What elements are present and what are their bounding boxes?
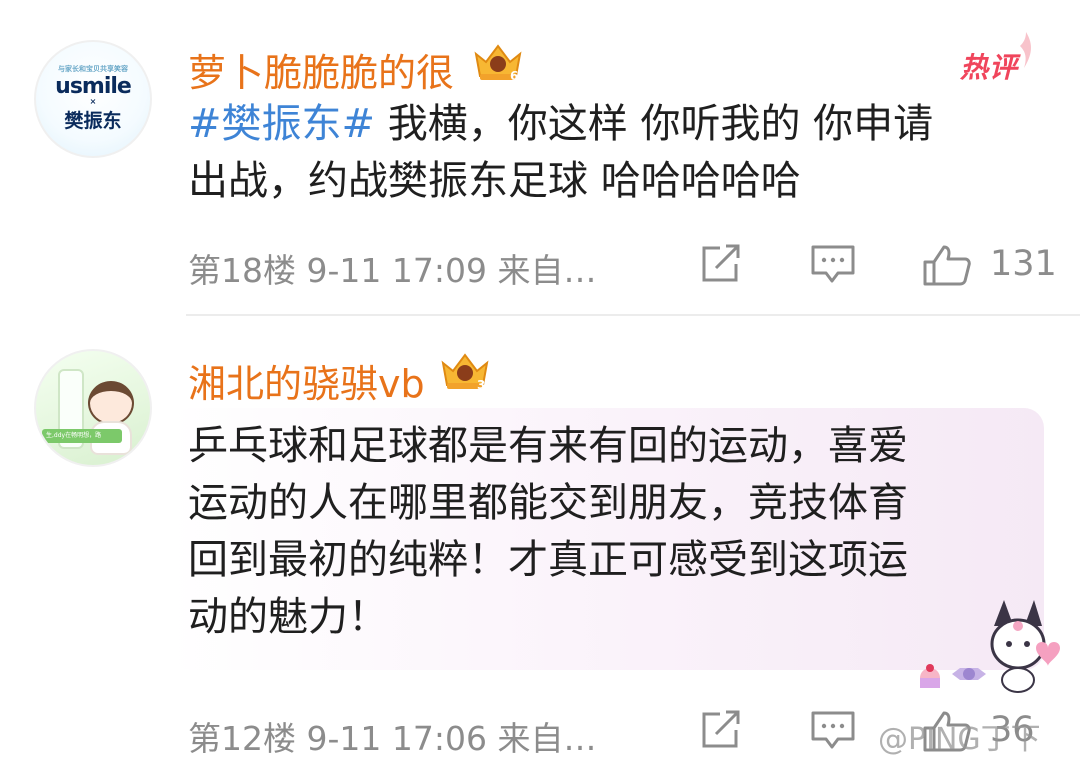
comment-text-line: 乒乓球和足球都是有来有回的运动，喜爱 <box>188 423 908 469</box>
avatar-cross: × <box>89 97 97 106</box>
share-icon[interactable] <box>700 710 742 750</box>
comment-text-line: 运动的人在哪里都能交到朋友，竞技体育 <box>188 480 908 526</box>
vip-level: 6 <box>510 69 518 83</box>
comment-meta: 第18楼 9-11 17:09 来自… <box>188 251 597 290</box>
avatar-tagline: 与家长和宝贝共享笑容 <box>58 65 128 73</box>
avatar-label: 生,ddy在畅明想，路 <box>42 429 122 443</box>
comment-text-line: 回到最初的纯粹！才真正可感受到这项运 <box>188 537 908 583</box>
avatar[interactable]: 生,ddy在畅明想，路 <box>34 349 152 467</box>
comment-icon[interactable] <box>810 710 856 750</box>
username[interactable]: 湘北的骁骐vb <box>188 353 425 408</box>
vip-crown-icon: 6 <box>474 44 522 83</box>
vip-crown-icon: 3 <box>441 353 489 392</box>
comment-meta: 第12楼 9-11 17:06 来自… <box>188 719 597 758</box>
comment-item: 与家长和宝贝共享笑容 usmile × 樊振东 萝卜脆脆脆的很 6 热评 #樊振… <box>0 0 1080 314</box>
avatar-name: 樊振东 <box>64 110 122 132</box>
watermark: @PING丁下 <box>878 722 1041 757</box>
like-count: 131 <box>990 244 1057 284</box>
avatar-brand: usmile <box>55 74 132 99</box>
avatar[interactable]: 与家长和宝贝共享笑容 usmile × 樊振东 <box>34 40 152 158</box>
share-icon[interactable] <box>700 244 742 284</box>
comment-text-part: 我横，你这样 你听我的 你申请 <box>375 101 934 147</box>
comment-text: 乒乓球和足球都是有来有回的运动，喜爱 运动的人在哪里都能交到朋友，竞技体育 回到… <box>188 418 1018 646</box>
hashtag-link[interactable]: #樊振东# <box>188 101 375 147</box>
comment-text-line: 出战，约战樊振东足球 哈哈哈哈哈 <box>188 158 801 204</box>
kuromi-sticker <box>920 600 1060 693</box>
flame-icon <box>1020 32 1031 68</box>
username[interactable]: 萝卜脆脆脆的很 <box>188 42 454 97</box>
hot-comment-badge: 热评 <box>960 51 1019 84</box>
vip-level: 3 <box>477 378 485 392</box>
comment-item: 生,ddy在畅明想，路 湘北的骁骐vb 3 乒乓球和足球都是有来有回的运动，喜爱… <box>0 314 1080 763</box>
comment-icon[interactable] <box>810 244 856 284</box>
kid-illustration <box>82 381 140 455</box>
like-icon[interactable] <box>922 244 972 286</box>
comment-text: #樊振东# 我横，你这样 你听我的 你申请 出战，约战樊振东足球 哈哈哈哈哈 <box>188 96 1038 210</box>
comment-text-line: 动的魅力！ <box>188 594 388 640</box>
